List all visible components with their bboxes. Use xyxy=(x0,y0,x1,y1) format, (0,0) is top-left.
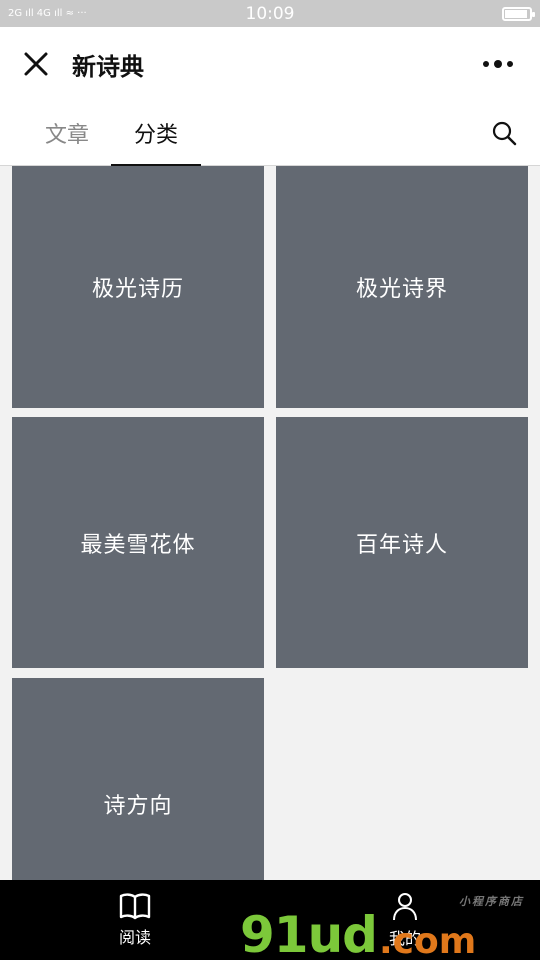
category-tile-label: 极光诗历 xyxy=(91,277,184,302)
category-tile-label: 百年诗人 xyxy=(355,532,448,558)
category-tile-label: 极光诗界 xyxy=(355,277,448,302)
category-tile[interactable]: 最美雪花体 xyxy=(12,417,264,668)
category-tile[interactable]: 极光诗历 xyxy=(12,166,264,408)
more-icon xyxy=(483,61,489,67)
page-title: 新诗典 xyxy=(72,52,144,81)
search-icon xyxy=(492,121,517,146)
close-icon xyxy=(24,52,48,76)
category-grid: 极光诗历 极光诗界 最美雪花体 百年诗人 诗方向 xyxy=(12,166,528,880)
category-tile[interactable]: 诗方向 xyxy=(12,678,264,880)
status-bar: 2G ıll 4G ıll ≈ ··· 10:09 xyxy=(0,0,540,27)
signal-icons: 2G ıll 4G ıll ≈ ··· xyxy=(8,8,87,19)
signal-text: 2G ıll 4G ıll ≈ ··· xyxy=(8,8,87,19)
bottom-nav-mine-label: 我的 xyxy=(388,929,421,948)
category-tile[interactable]: 百年诗人 xyxy=(276,417,528,668)
close-button[interactable] xyxy=(0,27,72,101)
category-tile[interactable]: 极光诗界 xyxy=(276,166,528,408)
book-icon xyxy=(119,893,151,920)
category-tile-label: 最美雪花体 xyxy=(80,532,196,558)
tab-bar: 文章 分类 xyxy=(0,101,540,166)
user-icon xyxy=(393,893,417,921)
search-button[interactable] xyxy=(482,111,526,155)
bottom-nav-mine[interactable]: 我的 xyxy=(345,880,465,960)
bottom-nav-read[interactable]: 阅读 xyxy=(75,880,195,960)
tab-articles[interactable]: 文章 xyxy=(22,101,112,165)
category-tile-label: 诗方向 xyxy=(103,793,173,819)
tab-categories[interactable]: 分类 xyxy=(111,101,201,166)
battery-icon xyxy=(502,6,535,21)
more-button[interactable] xyxy=(468,27,528,101)
bottom-nav: 阅读 我的 xyxy=(0,880,540,960)
nav-bar: 新诗典 xyxy=(0,27,540,101)
bottom-nav-read-label: 阅读 xyxy=(118,928,151,947)
